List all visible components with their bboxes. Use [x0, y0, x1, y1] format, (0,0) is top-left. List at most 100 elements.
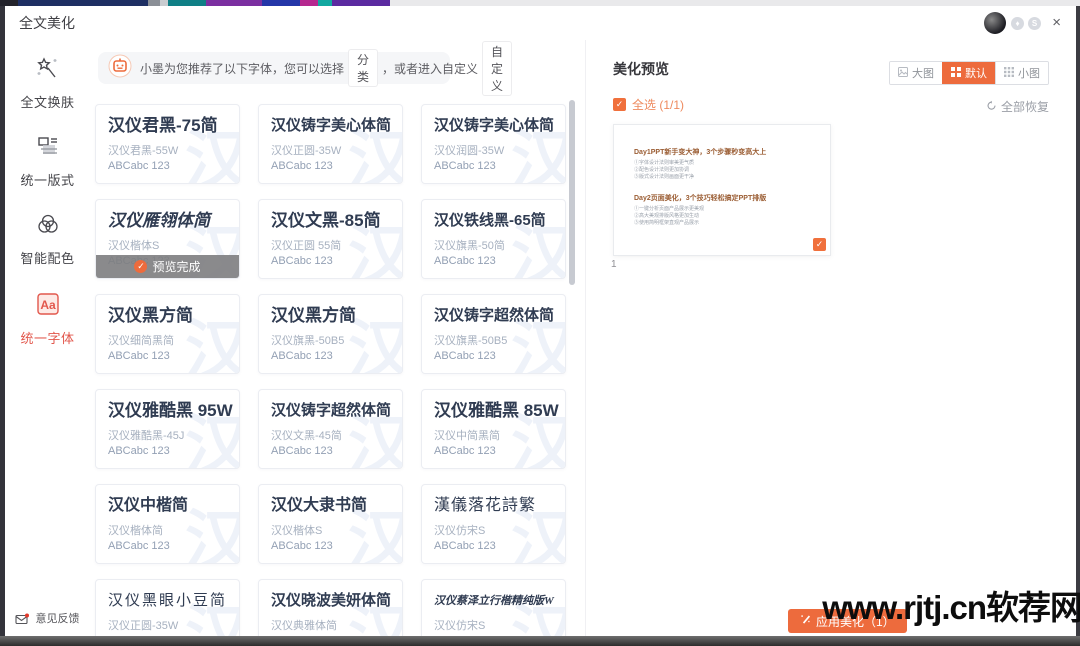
font-card-title: 汉仪铸字超然体简	[271, 399, 402, 423]
coin-icon[interactable]: S	[1028, 17, 1041, 30]
drop-icon[interactable]: ♦	[1011, 17, 1024, 30]
category-chip[interactable]: 分类	[348, 49, 378, 87]
magic-wand-icon	[34, 69, 62, 86]
sidebar-item-label: 统一字体	[5, 328, 90, 347]
image-icon	[898, 67, 908, 80]
font-card-sample: ABCabc 123	[434, 255, 565, 267]
slide-bullets-1: ①字体设计法则审美更气质②配色设计法则更加协调③版式设计法则画面更干净	[634, 160, 830, 181]
font-card-sample: ABCabc 123	[271, 160, 402, 172]
font-card-title: 汉仪铸字美心体简	[271, 114, 402, 138]
font-card-title: 汉仪大隶书简	[271, 494, 402, 518]
font-card-sample: ABCabc 123	[108, 445, 239, 457]
font-card-mapped-font: 汉仪楷体S	[108, 237, 239, 253]
font-card[interactable]: 汉 汉仪晓波美妍体简 汉仪典雅体简 ABCabc 123	[258, 579, 403, 636]
restore-all-button[interactable]: 全部恢复	[986, 98, 1049, 115]
font-card-sample: ABCabc 123	[108, 160, 239, 172]
font-card[interactable]: 汉 汉仪大隶书简 汉仪楷体S ABCabc 123	[258, 484, 403, 564]
font-card-mapped-font: 汉仪细简黑简	[108, 332, 239, 348]
font-card-mapped-font: 汉仪旗黑-50B5	[434, 332, 565, 348]
font-card-mapped-font: 汉仪润圆-35W	[434, 142, 565, 158]
preview-panel: 美化预览 大图 默认	[585, 40, 1076, 636]
font-card[interactable]: 汉 汉仪铸字超然体简 汉仪文黑-45简 ABCabc 123	[258, 389, 403, 469]
dialog-title: 全文美化	[19, 6, 75, 40]
font-card-title: 汉仪黑方简	[108, 304, 239, 328]
font-card[interactable]: 汉 汉仪铸字美心体简 汉仪润圆-35W ABCabc 123	[421, 104, 566, 184]
sidebar-item-label: 智能配色	[5, 248, 90, 267]
font-card-sample: ABCabc 123	[271, 540, 402, 552]
size-option-large[interactable]: 大图	[890, 62, 942, 84]
grid-icon	[951, 67, 961, 80]
slide-checkbox[interactable]: ✓	[813, 238, 826, 251]
sidebar-item-skin[interactable]: 全文换肤	[5, 54, 90, 111]
font-card[interactable]: 汉 汉仪中楷简 汉仪楷体简 ABCabc 123	[95, 484, 240, 564]
font-card-mapped-font: 汉仪正圆 55简	[271, 237, 402, 253]
font-card-title: 漢儀落花詩繁	[434, 494, 565, 518]
thumbnail-size-toggle: 大图 默认 小图	[889, 61, 1049, 85]
sidebar-item-color[interactable]: 智能配色	[5, 210, 90, 267]
font-card-mapped-font: 汉仪文黑-45简	[271, 427, 402, 443]
slide-bullet: ②配色设计法则更加协调	[634, 167, 830, 174]
sidebar: 全文换肤 统一版式 智能配色	[5, 40, 91, 636]
recommend-bar: 小墨为您推荐了以下字体，您可以选择 分类 ，或者进入自定义 自定义	[98, 52, 450, 84]
font-card[interactable]: 汉 汉仪蔡泽立行楷精纯版W 汉仪仿宋S ABCabc 123	[421, 579, 566, 636]
slide-heading: Day1PPT新手变大神，3个步骤秒变高大上	[634, 125, 830, 157]
font-card-sample: ABCabc 123	[434, 540, 565, 552]
font-card[interactable]: 汉 汉仪铸字美心体简 汉仪正圆-35W ABCabc 123	[258, 104, 403, 184]
font-card-sample: ABCabc 123	[108, 350, 239, 362]
font-card-mapped-font: 汉仪楷体S	[271, 522, 402, 538]
font-card-title: 汉仪文黑-85简	[271, 209, 402, 233]
custom-chip[interactable]: 自定义	[482, 41, 512, 96]
dots-grid-icon	[1004, 67, 1014, 80]
close-icon[interactable]: ×	[1052, 13, 1061, 33]
recommend-text-2: ，或者进入自定义	[382, 60, 478, 77]
site-watermark: www.rjtj.cn软荐网	[822, 581, 1080, 629]
font-card[interactable]: 汉 汉仪文黑-85简 汉仪正圆 55简 ABCabc 123	[258, 199, 403, 279]
avatar[interactable]	[984, 12, 1006, 34]
scrollbar-thumb[interactable]	[569, 100, 575, 285]
font-card[interactable]: 汉 汉仪雅酷黑 85W 汉仪中简黑简 ABCabc 123	[421, 389, 566, 469]
envelope-icon	[15, 613, 35, 625]
font-card-mapped-font: 汉仪正圆-35W	[271, 142, 402, 158]
font-card[interactable]: 汉 汉仪铁线黑-65简 汉仪旗黑-50简 ABCabc 123	[421, 199, 566, 279]
beautify-dialog: 全文美化 ♦ S × 全文换肤	[5, 6, 1076, 636]
font-card[interactable]: 汉 汉仪铸字超然体简 汉仪旗黑-50B5 ABCabc 123	[421, 294, 566, 374]
font-card-mapped-font: 汉仪楷体简	[108, 522, 239, 538]
font-card[interactable]: 汉 汉仪黑方简 汉仪细简黑简 ABCabc 123	[95, 294, 240, 374]
slide-thumbnail[interactable]: Day1PPT新手变大神，3个步骤秒变高大上 ①字体设计法则审美更气质②配色设计…	[613, 124, 831, 256]
font-card[interactable]: 汉 汉仪黑方简 汉仪旗黑-50B5 ABCabc 123	[258, 294, 403, 374]
preview-title: 美化预览	[613, 59, 669, 79]
font-card-sample: ABCabc 123	[271, 635, 402, 636]
font-card-mapped-font: 汉仪典雅体简	[271, 617, 402, 633]
font-card[interactable]: 汉 汉仪雅酷黑 95W 汉仪雅酷黑-45J ABCabc 123	[95, 389, 240, 469]
font-card[interactable]: 汉 汉仪雁翎体简 汉仪楷体S ABCabc 123 ✓ 预览完成	[95, 199, 240, 279]
font-card-sample: ABCabc 123	[434, 635, 565, 636]
font-card-sample: ABCabc 123	[271, 445, 402, 457]
size-option-small[interactable]: 小图	[995, 62, 1048, 84]
wand-icon	[800, 614, 811, 628]
font-card-mapped-font: 汉仪仿宋S	[434, 522, 565, 538]
feedback-button[interactable]: 意见反馈	[5, 610, 90, 626]
slide-bullet: ③版式设计法则画面更干净	[634, 174, 830, 181]
sidebar-item-font[interactable]: Aa 统一字体	[5, 290, 90, 347]
restore-all-label: 全部恢复	[1001, 98, 1049, 115]
feedback-label: 意见反馈	[36, 613, 80, 625]
select-all-checkbox[interactable]: ✓	[613, 98, 626, 111]
preview-complete-toast: ✓ 预览完成	[96, 255, 239, 278]
font-card-title: 汉仪君黑-75简	[108, 114, 239, 138]
font-card-title: 汉仪雅酷黑 95W	[108, 399, 239, 423]
slide-bullet: ③使用简明框架直观产品展示	[634, 220, 830, 227]
font-card[interactable]: 汉 漢儀落花詩繁 汉仪仿宋S ABCabc 123	[421, 484, 566, 564]
font-card-mapped-font: 汉仪仿宋S	[434, 617, 565, 633]
font-card-title: 汉仪中楷简	[108, 494, 239, 518]
size-option-default[interactable]: 默认	[942, 62, 995, 84]
sidebar-item-layout[interactable]: 统一版式	[5, 132, 90, 189]
slide-heading: Day2页面美化，3个技巧轻松搞定PPT排版	[634, 193, 830, 203]
font-card-sample: ABCabc 123	[434, 445, 565, 457]
size-option-label: 默认	[965, 65, 987, 81]
slide-bullet: ①字体设计法则审美更气质	[634, 160, 830, 167]
layout-icon	[34, 147, 62, 164]
slide-bullet: ①一键分析页面产品展示更美观	[634, 206, 830, 213]
font-card-title: 汉仪铸字美心体简	[434, 114, 565, 138]
font-card[interactable]: 汉 汉仪君黑-75简 汉仪君黑-55W ABCabc 123	[95, 104, 240, 184]
font-card[interactable]: 汉 汉仪黑眼小豆简 汉仪正圆-35W ABCabc 123	[95, 579, 240, 636]
